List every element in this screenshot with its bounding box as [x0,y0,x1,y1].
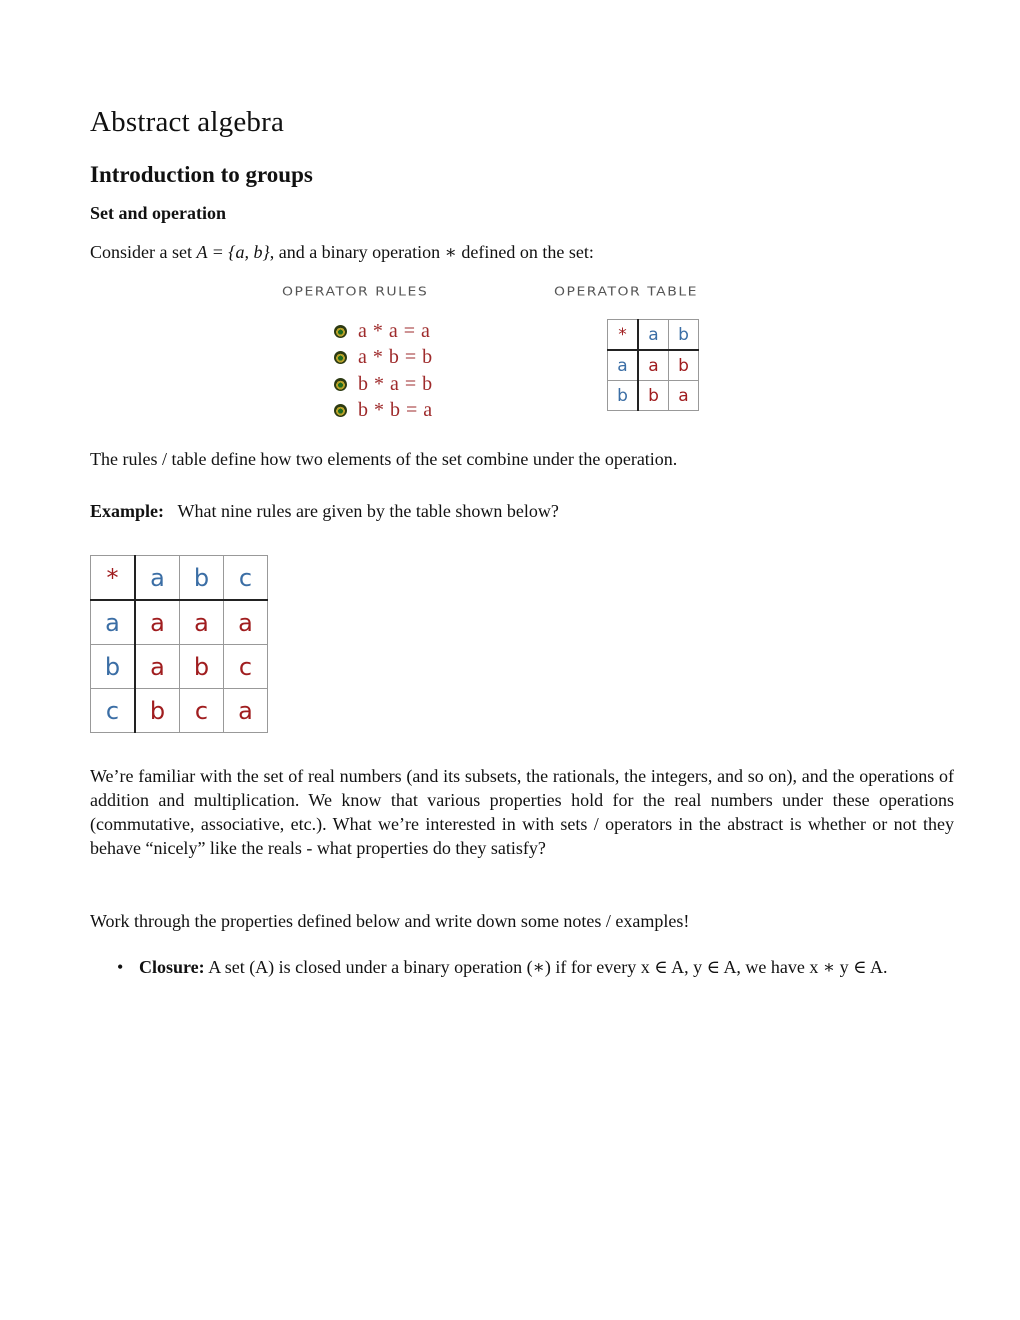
ball-bullet-icon [334,351,347,365]
table-row: a a a a [90,599,268,645]
rule-text: b * a = b [358,372,433,395]
intro-math: A = {a, b} [196,242,270,262]
header-cell: b [179,555,224,601]
result-cell: b [134,688,180,733]
intro-suffix: , and a binary operation ∗ defined on th… [269,242,594,262]
rule-text: b * b = a [358,399,433,422]
result-cell: a [637,349,669,381]
intro-paragraph: Consider a set A = {a, b}, and a binary … [90,240,594,264]
result-cell: a [134,644,180,689]
result-cell: a [668,380,699,411]
header-cell: c [223,555,268,601]
header-cell: a [637,319,669,351]
header-cell: a [134,555,180,601]
result-cell: a [223,599,268,645]
result-cell: a [223,688,268,733]
intro-prefix: Consider a set [90,242,197,262]
row-header-cell: b [90,644,136,689]
table-row: b a b c [90,644,268,689]
row-header-cell: a [90,599,136,645]
result-cell: b [637,380,669,411]
property-item: Closure: A set (A) is closed under a bin… [90,955,954,979]
operator-table-small: * a b a a b b b a [607,319,699,411]
instruction-paragraph: Work through the properties defined belo… [90,911,690,931]
ball-bullet-icon [334,377,347,391]
example-label: Example: [90,501,164,521]
table-title: Operator table [554,284,698,300]
rule-item: b * a = b [334,371,433,398]
rules-note: The rules / table define how two element… [90,449,678,469]
result-cell: c [223,644,268,689]
property-name: Closure: [139,957,205,977]
table-row: a a b [607,349,699,381]
properties-list: Closure: A set (A) is closed under a bin… [90,955,954,979]
rule-text: a * b = b [358,346,433,369]
operator-figure: Operator rules Operator table a * a = a … [278,282,768,424]
context-paragraph: We’re familiar with the set of real numb… [90,766,954,858]
rule-text: a * a = a [358,319,431,342]
example-text: What nine rules are given by the table s… [177,501,559,521]
subsection-heading: Set and operation [90,203,227,223]
rule-item: b * b = a [334,398,433,425]
row-header-cell: c [90,688,136,733]
table-row: c b c a [90,688,268,733]
example-operator-table: * a b c a a a a b a b c c b c a [90,555,268,733]
ball-bullet-icon [334,404,347,418]
rules-list: a * a = a a * b = b b * a = b b * b = a [334,318,433,424]
result-cell: b [668,349,699,381]
table-row: b b a [607,380,699,411]
header-cell: b [668,319,699,351]
section-heading: Introduction to groups [90,162,313,187]
result-cell: a [134,599,180,645]
rule-item: a * a = a [334,318,433,345]
operator-symbol-cell: * [607,319,639,351]
property-text: A set (A) is closed under a binary opera… [208,957,888,977]
operator-symbol-cell: * [90,555,136,601]
ball-bullet-icon [334,324,347,338]
row-header-cell: b [607,380,639,411]
result-cell: a [179,599,224,645]
rules-title: Operator rules [282,284,429,300]
result-cell: b [179,644,224,689]
row-header-cell: a [607,349,639,381]
rule-item: a * b = b [334,345,433,372]
table-header-row: * a b c [90,555,268,601]
table-header-row: * a b [607,319,699,351]
example-line: Example: What nine rules are given by th… [90,499,559,523]
page-title: Abstract algebra [90,106,285,138]
result-cell: c [179,688,224,733]
